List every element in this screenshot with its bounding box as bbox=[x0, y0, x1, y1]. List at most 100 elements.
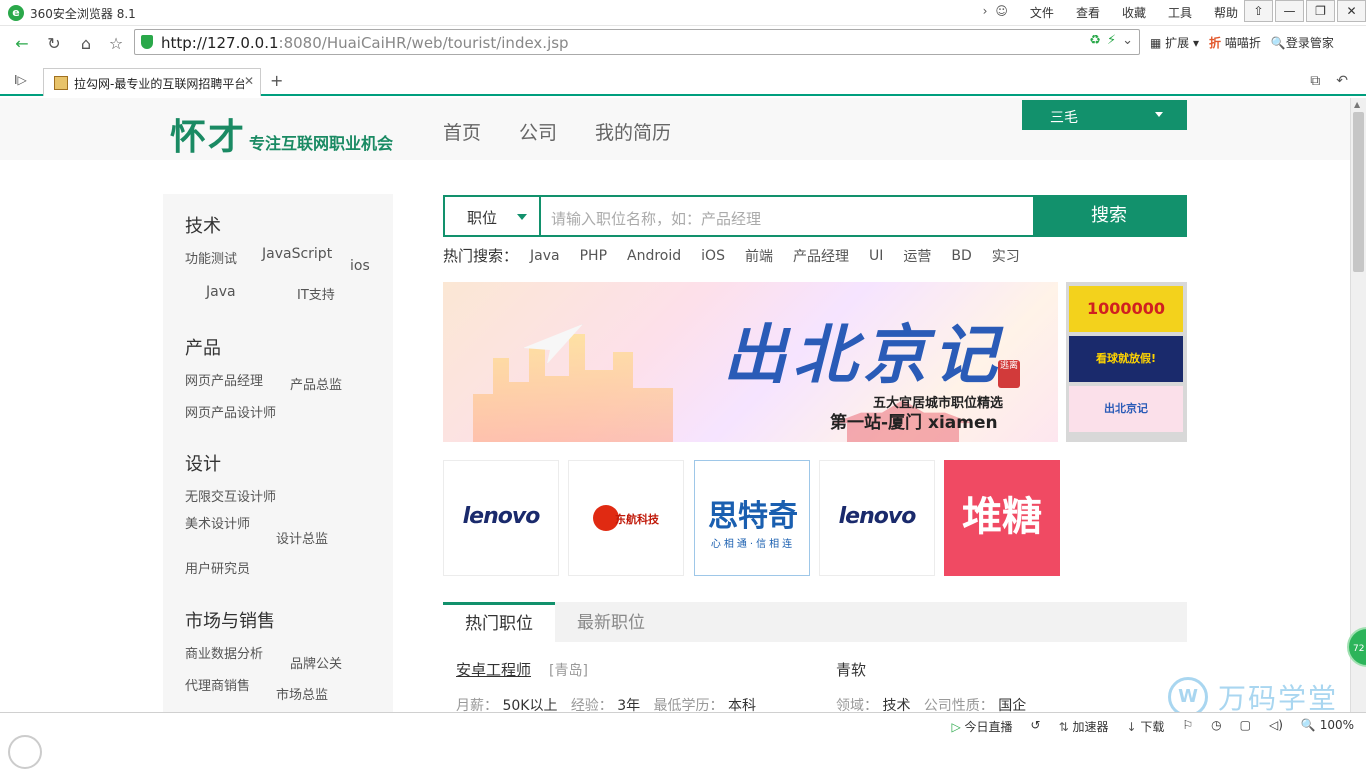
category-link[interactable]: 商业数据分析 bbox=[185, 643, 263, 662]
nav-resume[interactable]: 我的简历 bbox=[595, 118, 671, 145]
status-items: ▷ 今日直播 ↺ ⇅ 加速器 ↓ 下载 ⚐ ◷ ▢ ◁) 🔍 100% bbox=[951, 718, 1354, 735]
hot-keyword[interactable]: 实习 bbox=[992, 246, 1020, 266]
category-link[interactable]: 网页产品设计师 bbox=[185, 402, 276, 421]
lightning-icon[interactable]: ⚡ bbox=[1107, 33, 1116, 48]
category-link[interactable]: 无限交互设计师 bbox=[185, 486, 276, 505]
recycle-icon[interactable]: ♻ bbox=[1089, 33, 1101, 48]
menu-view[interactable]: 查看 bbox=[1076, 4, 1100, 21]
watermark: W 万码学堂 bbox=[1168, 677, 1338, 717]
banner-thumb[interactable]: 1000000 bbox=[1069, 286, 1183, 332]
sync-icon[interactable]: ↺ bbox=[1031, 718, 1041, 735]
user-dropdown[interactable]: 三毛 bbox=[1022, 100, 1187, 130]
address-url[interactable]: http://127.0.0.1:8080/HuaiCaiHR/web/tour… bbox=[161, 34, 569, 52]
extensions-button[interactable]: ▦ 扩展 ▾ bbox=[1150, 34, 1199, 51]
flag-icon[interactable]: ⚐ bbox=[1182, 718, 1193, 735]
new-tab-icon[interactable]: + bbox=[270, 71, 283, 90]
job-meta: 月薪： 50K以上 经验： 3年 最低学历： 本科 bbox=[456, 698, 756, 712]
hot-keyword[interactable]: BD bbox=[951, 248, 971, 264]
job-title[interactable]: 安卓工程师 bbox=[456, 659, 531, 680]
category-link[interactable]: Java bbox=[206, 284, 236, 300]
address-icons: ♻ ⚡ ⌄ bbox=[1089, 33, 1133, 48]
company-logo-duitang[interactable]: 堆糖 bbox=[944, 460, 1060, 576]
chevron-right-icon[interactable]: › bbox=[983, 4, 988, 21]
home-icon[interactable]: ⌂ bbox=[74, 32, 98, 56]
company-logo-donghang[interactable]: 东航科技 bbox=[568, 460, 684, 576]
back-arrow-icon[interactable]: ← bbox=[10, 32, 34, 56]
company-logo-sitech[interactable]: 思特奇 心相通·信相连 bbox=[694, 460, 810, 576]
undo-close-icon[interactable]: ↶ bbox=[1336, 73, 1348, 89]
restore-window-icon[interactable]: ⧉ bbox=[1310, 73, 1320, 89]
category-link[interactable]: 网页产品经理 bbox=[185, 370, 263, 389]
hot-keyword[interactable]: 前端 bbox=[745, 246, 773, 266]
window-icon[interactable]: ▢ bbox=[1240, 718, 1251, 735]
vertical-scrollbar[interactable]: ▲ bbox=[1350, 98, 1366, 712]
menu-file[interactable]: 文件 bbox=[1030, 4, 1054, 21]
download-button[interactable]: ↓ 下载 bbox=[1127, 718, 1165, 735]
category-link[interactable]: 市场总监 bbox=[276, 684, 328, 703]
category-link[interactable]: JavaScript bbox=[262, 246, 332, 262]
hot-keyword[interactable]: iOS bbox=[701, 248, 725, 264]
close-button[interactable]: ✕ bbox=[1337, 0, 1366, 22]
history-icon[interactable]: ◷ bbox=[1211, 718, 1221, 735]
category-link[interactable]: 品牌公关 bbox=[290, 653, 342, 672]
chevron-down-icon[interactable]: ⌄ bbox=[1122, 33, 1133, 48]
hot-keyword[interactable]: Java bbox=[530, 248, 560, 264]
accelerator-button[interactable]: ⇅ 加速器 bbox=[1059, 718, 1109, 735]
menu-tools[interactable]: 工具 bbox=[1168, 4, 1192, 21]
category-link[interactable]: 美术设计师 bbox=[185, 513, 250, 532]
site-logo[interactable]: 怀才 bbox=[170, 108, 246, 160]
category-link[interactable]: 功能测试 bbox=[185, 248, 237, 267]
maximize-button[interactable]: ❐ bbox=[1306, 0, 1335, 22]
menu-help[interactable]: 帮助 bbox=[1214, 4, 1238, 21]
category-link[interactable]: 设计总监 bbox=[276, 528, 328, 547]
hot-keyword[interactable]: UI bbox=[869, 248, 883, 264]
user-icon[interactable]: ☺ bbox=[995, 4, 1008, 21]
zoom-level[interactable]: 🔍 100% bbox=[1301, 718, 1354, 735]
hot-keyword[interactable]: PHP bbox=[580, 248, 607, 264]
minimize-button[interactable]: — bbox=[1275, 0, 1304, 22]
banner-thumb[interactable]: 看球就放假! bbox=[1069, 336, 1183, 382]
tab-lagou[interactable]: 拉勾网-最专业的互联网招聘平台 ✕ bbox=[43, 68, 261, 96]
address-bar[interactable]: http://127.0.0.1:8080/HuaiCaiHR/web/tour… bbox=[134, 29, 1140, 55]
promo-banner[interactable]: 出北京记 逃离 五大宜居城市职位精选 第一站-厦门 xiamen bbox=[443, 282, 1058, 442]
miaomiao-button[interactable]: 折 喵喵折 bbox=[1209, 34, 1261, 51]
hot-search: 热门搜索： Java PHP Android iOS 前端 产品经理 UI 运营… bbox=[443, 245, 1040, 266]
search-button[interactable]: 搜索 bbox=[1033, 197, 1185, 235]
hot-keyword[interactable]: Android bbox=[627, 248, 681, 264]
star-icon[interactable]: ☆ bbox=[104, 32, 128, 56]
category-link[interactable]: 代理商销售 bbox=[185, 675, 250, 694]
sidebar-toggle-icon[interactable]: I▷ bbox=[14, 73, 27, 87]
tab-hot-jobs[interactable]: 热门职位 bbox=[443, 602, 555, 642]
window-controls: ⇧ — ❐ ✕ bbox=[1242, 0, 1366, 22]
login-manager-button[interactable]: 🔍登录管家 bbox=[1271, 34, 1334, 51]
live-button[interactable]: ▷ 今日直播 bbox=[951, 718, 1012, 735]
job-company[interactable]: 青软 bbox=[836, 659, 866, 680]
category-marketing: 市场与销售 商业数据分析 品牌公关 代理商销售 市场总监 bbox=[185, 607, 342, 703]
tab-close-icon[interactable]: ✕ bbox=[244, 74, 254, 88]
watermark-logo-icon: W bbox=[1168, 677, 1208, 717]
search-input[interactable]: 请输入职位名称，如：产品经理 bbox=[551, 208, 761, 229]
nav-home[interactable]: 首页 bbox=[443, 118, 481, 145]
browser-toolbar: ← ↻ ⌂ ☆ http://127.0.0.1:8080/HuaiCaiHR/… bbox=[0, 26, 1366, 62]
category-tech: 技术 功能测试 JavaScript ios Java IT支持 bbox=[185, 212, 370, 303]
search-type-select[interactable]: 职位 bbox=[445, 197, 541, 235]
category-link[interactable]: 产品总监 bbox=[290, 374, 342, 393]
scroll-up-icon[interactable]: ▲ bbox=[1354, 100, 1360, 109]
hot-keyword[interactable]: 运营 bbox=[903, 246, 931, 266]
hot-keyword[interactable]: 产品经理 bbox=[793, 246, 849, 266]
category-link[interactable]: ios bbox=[350, 258, 370, 274]
scrollbar-thumb[interactable] bbox=[1353, 112, 1364, 272]
page-viewport: 怀才 专注互联网职业机会 首页 公司 我的简历 三毛 技术 功能测试 JavaS… bbox=[0, 98, 1350, 712]
favicon-icon bbox=[54, 76, 68, 90]
company-logo-lenovo[interactable]: lenovo bbox=[819, 460, 935, 576]
company-logo-lenovo[interactable]: lenovo bbox=[443, 460, 559, 576]
nav-company[interactable]: 公司 bbox=[519, 118, 557, 145]
category-link[interactable]: IT支持 bbox=[297, 284, 335, 303]
banner-thumb[interactable]: 出北京记 bbox=[1069, 386, 1183, 432]
skin-button[interactable]: ⇧ bbox=[1244, 0, 1273, 22]
category-link[interactable]: 用户研究员 bbox=[185, 558, 250, 577]
tab-new-jobs[interactable]: 最新职位 bbox=[555, 602, 667, 642]
menu-favorites[interactable]: 收藏 bbox=[1122, 4, 1146, 21]
volume-icon[interactable]: ◁) bbox=[1269, 718, 1283, 735]
refresh-icon[interactable]: ↻ bbox=[42, 32, 66, 56]
